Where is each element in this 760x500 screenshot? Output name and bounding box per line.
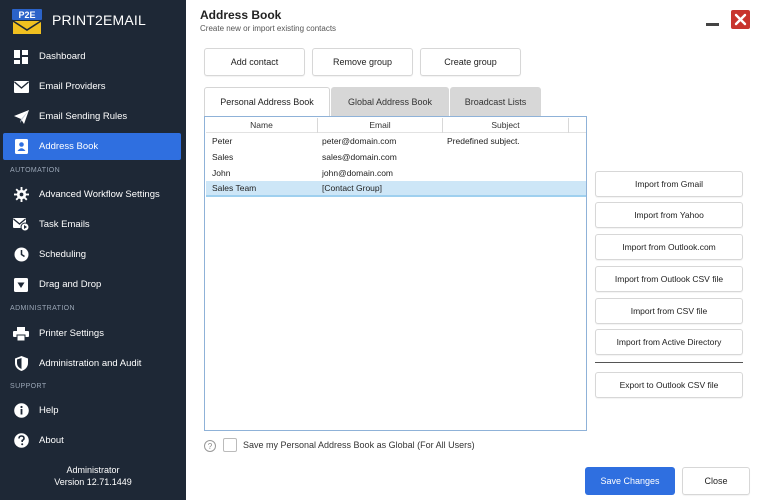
create-group-button[interactable]: Create group (420, 48, 521, 76)
cell-name: Sales (212, 152, 234, 162)
import-csv-button[interactable]: Import from CSV file (595, 298, 743, 324)
table-row[interactable]: Sales sales@domain.com (206, 150, 586, 166)
sidebar-version: Version 12.71.1449 (54, 477, 132, 487)
sidebar-item-help[interactable]: Help (3, 397, 181, 424)
list-header: Name Email Subject (206, 118, 586, 133)
sidebar-item-label: About (39, 435, 64, 446)
table-row-selected[interactable]: Sales Team [Contact Group] (206, 181, 586, 197)
tab-broadcast-lists[interactable]: Broadcast Lists (450, 87, 541, 116)
cell-name: Sales Team (212, 183, 257, 193)
sidebar-item-label: Advanced Workflow Settings (39, 189, 160, 200)
page-title: Address Book (200, 8, 282, 22)
add-contact-button[interactable]: Add contact (204, 48, 305, 76)
table-row[interactable]: Peter peter@domain.com Predefined subjec… (206, 134, 586, 150)
dashboard-icon (13, 49, 29, 65)
printer-icon (13, 326, 29, 342)
sidebar-item-task-emails[interactable]: Task Emails (3, 211, 181, 238)
app-name: PRINT2EMAIL (52, 12, 146, 28)
sidebar-item-label: Scheduling (39, 249, 87, 260)
gear-icon (13, 187, 29, 203)
sidebar-item-label: Administration and Audit (39, 358, 142, 369)
sidebar-item-drag-and-drop[interactable]: Drag and Drop (3, 271, 181, 298)
sidebar-item-label: Help (39, 405, 59, 416)
cell-email: john@domain.com (322, 168, 393, 178)
remove-group-button[interactable]: Remove group (312, 48, 413, 76)
help-icon[interactable]: ? (204, 440, 216, 452)
sidebar-item-label: Email Providers (39, 81, 106, 92)
tab-global-address-book[interactable]: Global Address Book (331, 87, 449, 116)
sidebar-item-dashboard[interactable]: Dashboard (3, 43, 181, 70)
cell-email: sales@domain.com (322, 152, 397, 162)
print2email-logo: P2E (12, 9, 42, 34)
section-administration: ADMINISTRATION (10, 305, 75, 312)
save-as-global-label[interactable]: Save my Personal Address Book as Global … (243, 440, 475, 450)
import-outlook-com-button[interactable]: Import from Outlook.com (595, 234, 743, 260)
sidebar-item-email-providers[interactable]: Email Providers (3, 73, 181, 100)
sidebar-item-label: Email Sending Rules (39, 111, 128, 122)
import-outlook-csv-button[interactable]: Import from Outlook CSV file (595, 266, 743, 292)
contacts-list[interactable]: Name Email Subject Peter peter@domain.co… (204, 116, 587, 431)
column-header-name[interactable]: Name (206, 118, 318, 133)
column-header-subject[interactable]: Subject (443, 118, 569, 133)
section-automation: AUTOMATION (10, 167, 61, 174)
shield-icon (13, 356, 29, 372)
column-header-email[interactable]: Email (318, 118, 443, 133)
sidebar-item-label: Address Book (39, 141, 99, 152)
contact-book-icon (13, 139, 29, 155)
cell-email: [Contact Group] (322, 183, 383, 193)
question-icon (13, 433, 29, 449)
close-icon (734, 13, 747, 26)
import-active-directory-button[interactable]: Import from Active Directory (595, 329, 743, 355)
sidebar-item-advanced-workflow-settings[interactable]: Advanced Workflow Settings (3, 181, 181, 208)
sidebar-item-administration-and-audit[interactable]: Administration and Audit (3, 350, 181, 377)
sidebar-user: Administrator (66, 465, 120, 475)
cell-name: John (212, 168, 231, 178)
import-gmail-button[interactable]: Import from Gmail (595, 171, 743, 197)
export-outlook-csv-button[interactable]: Export to Outlook CSV file (595, 372, 743, 398)
tab-personal-address-book[interactable]: Personal Address Book (204, 87, 330, 116)
sidebar-item-label: Drag and Drop (39, 279, 102, 290)
task-email-icon (13, 217, 29, 233)
minimize-button[interactable] (704, 12, 722, 28)
button-divider (595, 362, 743, 363)
sidebar-item-printer-settings[interactable]: Printer Settings (3, 320, 181, 347)
cell-name: Peter (212, 136, 233, 146)
sidebar-item-scheduling[interactable]: Scheduling (3, 241, 181, 268)
cell-subject: Predefined subject. (447, 136, 520, 146)
import-yahoo-button[interactable]: Import from Yahoo (595, 202, 743, 228)
paper-plane-icon (13, 109, 29, 125)
sidebar-item-about[interactable]: About (3, 427, 181, 454)
close-button[interactable]: Close (682, 467, 750, 495)
cell-email: peter@domain.com (322, 136, 397, 146)
drag-drop-icon (13, 277, 29, 293)
sidebar: P2E PRINT2EMAIL Dashboard Email Provider… (0, 0, 186, 500)
clock-icon (13, 247, 29, 263)
page-subtitle: Create new or import existing contacts (200, 24, 337, 33)
svg-text:P2E: P2E (18, 10, 35, 20)
sidebar-item-address-book[interactable]: Address Book (3, 133, 181, 160)
sidebar-item-email-sending-rules[interactable]: Email Sending Rules (3, 103, 181, 130)
save-as-global-checkbox[interactable] (223, 438, 237, 452)
sidebar-item-label: Dashboard (39, 51, 86, 62)
sidebar-item-label: Printer Settings (39, 328, 104, 339)
table-row[interactable]: John john@domain.com (206, 166, 586, 182)
sidebar-item-label: Task Emails (39, 219, 90, 230)
info-icon (13, 403, 29, 419)
save-changes-button[interactable]: Save Changes (585, 467, 675, 495)
window-close-button[interactable] (731, 10, 750, 29)
section-support: SUPPORT (10, 383, 47, 390)
envelope-icon (13, 79, 29, 95)
